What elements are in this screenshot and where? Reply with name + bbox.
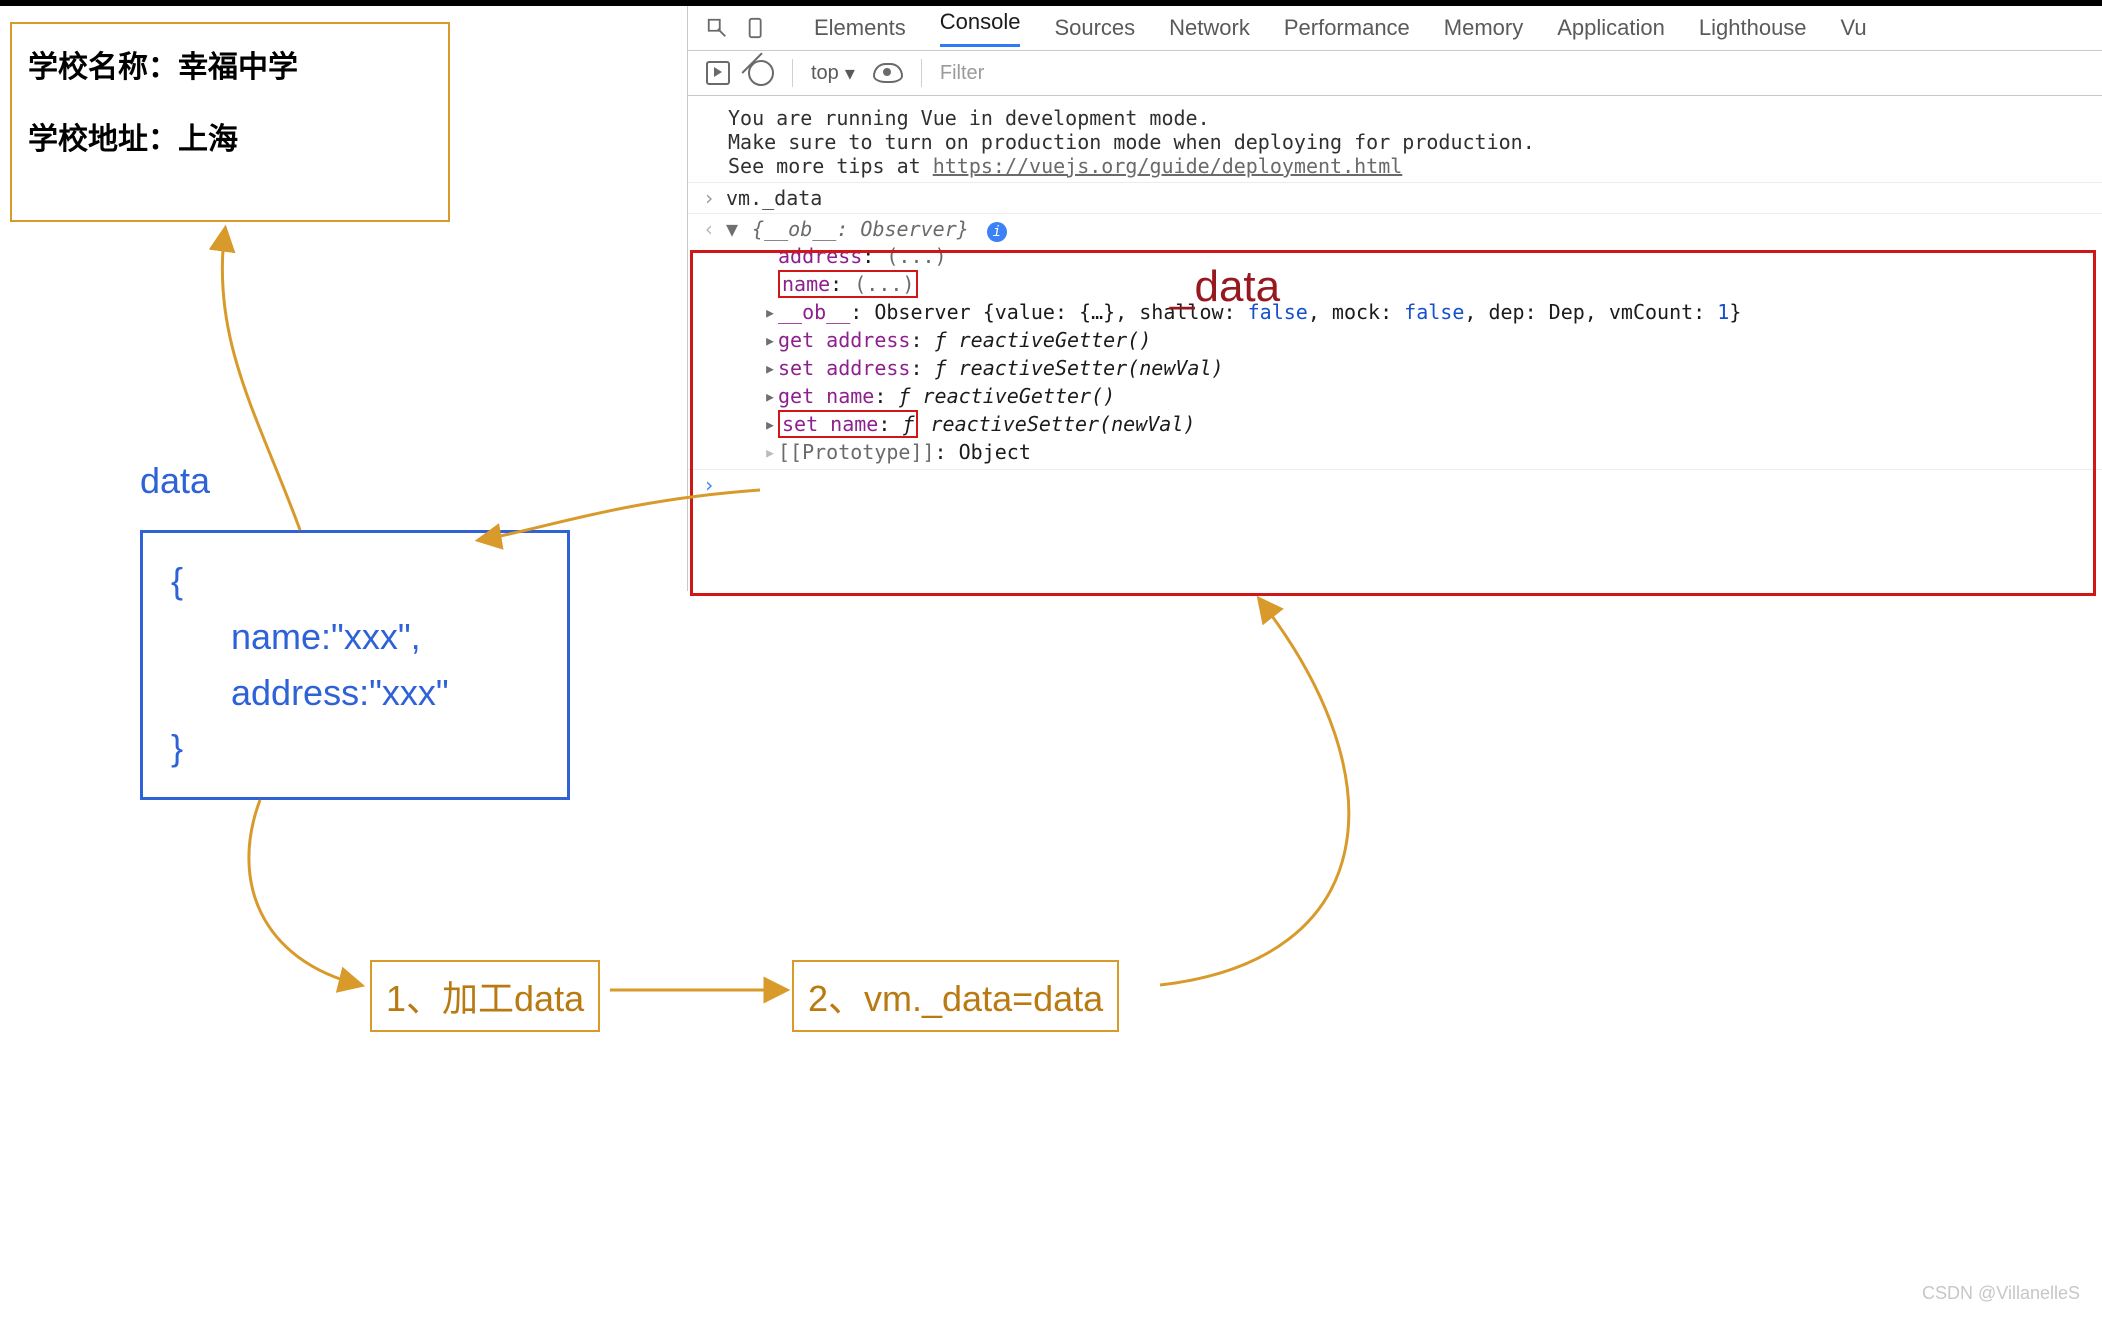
- live-expression-icon[interactable]: [873, 63, 903, 83]
- data-line-address: address:"xxx": [171, 665, 539, 721]
- input-text: vm._data: [726, 186, 822, 210]
- object-tree: address: (...) name: (...) ▸__ob__: Obse…: [726, 242, 2088, 466]
- brace-close: }: [171, 720, 539, 776]
- separator: [792, 59, 793, 87]
- caret-down-icon[interactable]: ▼: [726, 217, 740, 241]
- tab-lighthouse[interactable]: Lighthouse: [1699, 15, 1807, 41]
- prop-address[interactable]: address: (...): [764, 242, 2088, 270]
- getter-name[interactable]: ▸get name: ƒ reactiveGetter(): [764, 382, 2088, 410]
- info-icon[interactable]: i: [987, 222, 1007, 242]
- tab-console[interactable]: Console: [940, 9, 1021, 47]
- separator: [921, 59, 922, 87]
- brace-open: {: [171, 553, 539, 609]
- value: 幸福中学: [178, 51, 298, 84]
- data-heading: data: [140, 460, 210, 502]
- tab-memory[interactable]: Memory: [1444, 15, 1523, 41]
- rendered-output-box: 学校名称：幸福中学 学校地址：上海: [10, 22, 450, 222]
- console-prompt[interactable]: ›: [688, 469, 2102, 500]
- deployment-link[interactable]: https://vuejs.org/guide/deployment.html: [933, 154, 1403, 178]
- console-body: You are running Vue in development mode.…: [688, 96, 2102, 500]
- context-selector[interactable]: top ▾: [811, 61, 855, 86]
- inspect-icons[interactable]: [706, 17, 768, 39]
- chevron-down-icon: ▾: [845, 61, 855, 86]
- step1-box: 1、加工data: [370, 960, 600, 1032]
- tab-performance[interactable]: Performance: [1284, 15, 1410, 41]
- getter-address[interactable]: ▸get address: ƒ reactiveGetter(): [764, 326, 2088, 354]
- inspect-icon[interactable]: [706, 17, 728, 39]
- prompt-icon: ›: [702, 186, 716, 210]
- execute-icon[interactable]: [706, 61, 730, 85]
- console-input-echo: › vm._data: [688, 182, 2102, 213]
- filter-input[interactable]: Filter: [940, 62, 984, 85]
- data-line-name: name:"xxx",: [171, 609, 539, 665]
- data-object-box: { name:"xxx", address:"xxx" }: [140, 530, 570, 800]
- value: 上海: [178, 123, 238, 156]
- step2-box: 2、vm._data=data: [792, 960, 1119, 1032]
- prop-ob[interactable]: ▸__ob__: Observer {value: {…}, shallow: …: [764, 298, 2088, 326]
- prototype[interactable]: ▸[[Prototype]]: Object: [764, 438, 2088, 466]
- output-line-school-name: 学校名称：幸福中学: [28, 42, 432, 86]
- label: 学校名称：: [28, 51, 178, 84]
- watermark: CSDN @VillanelleS: [1922, 1283, 2080, 1304]
- tab-application[interactable]: Application: [1557, 15, 1665, 41]
- console-return[interactable]: ‹ ▼ {__ob__: Observer} i address: (...) …: [688, 213, 2102, 469]
- data-title-label: _data: [1170, 262, 1280, 312]
- prop-name[interactable]: name: (...): [764, 270, 2088, 298]
- tab-network[interactable]: Network: [1169, 15, 1250, 41]
- label: 学校地址：: [28, 123, 178, 156]
- vue-dev-warning: You are running Vue in development mode.…: [688, 102, 2102, 182]
- scope-label: top: [811, 62, 839, 85]
- setter-address[interactable]: ▸set address: ƒ reactiveSetter(newVal): [764, 354, 2088, 382]
- filter-placeholder: Filter: [940, 62, 984, 84]
- object-header[interactable]: ▼ {__ob__: Observer} i: [726, 217, 2088, 242]
- clear-console-icon[interactable]: [748, 60, 774, 86]
- device-icon[interactable]: [746, 17, 768, 39]
- output-line-school-address: 学校地址：上海: [28, 114, 432, 158]
- prompt-icon: ›: [702, 473, 716, 497]
- tab-sources[interactable]: Sources: [1054, 15, 1135, 41]
- tab-vue[interactable]: Vu: [1841, 15, 1867, 41]
- console-toolbar: top ▾ Filter: [688, 51, 2102, 96]
- return-icon: ‹: [702, 217, 716, 241]
- devtools-panel: Elements Console Sources Network Perform…: [687, 6, 2102, 591]
- tab-elements[interactable]: Elements: [814, 15, 906, 41]
- devtools-tabs: Elements Console Sources Network Perform…: [688, 6, 2102, 51]
- setter-name[interactable]: ▸set name: ƒ reactiveSetter(newVal): [764, 410, 2088, 438]
